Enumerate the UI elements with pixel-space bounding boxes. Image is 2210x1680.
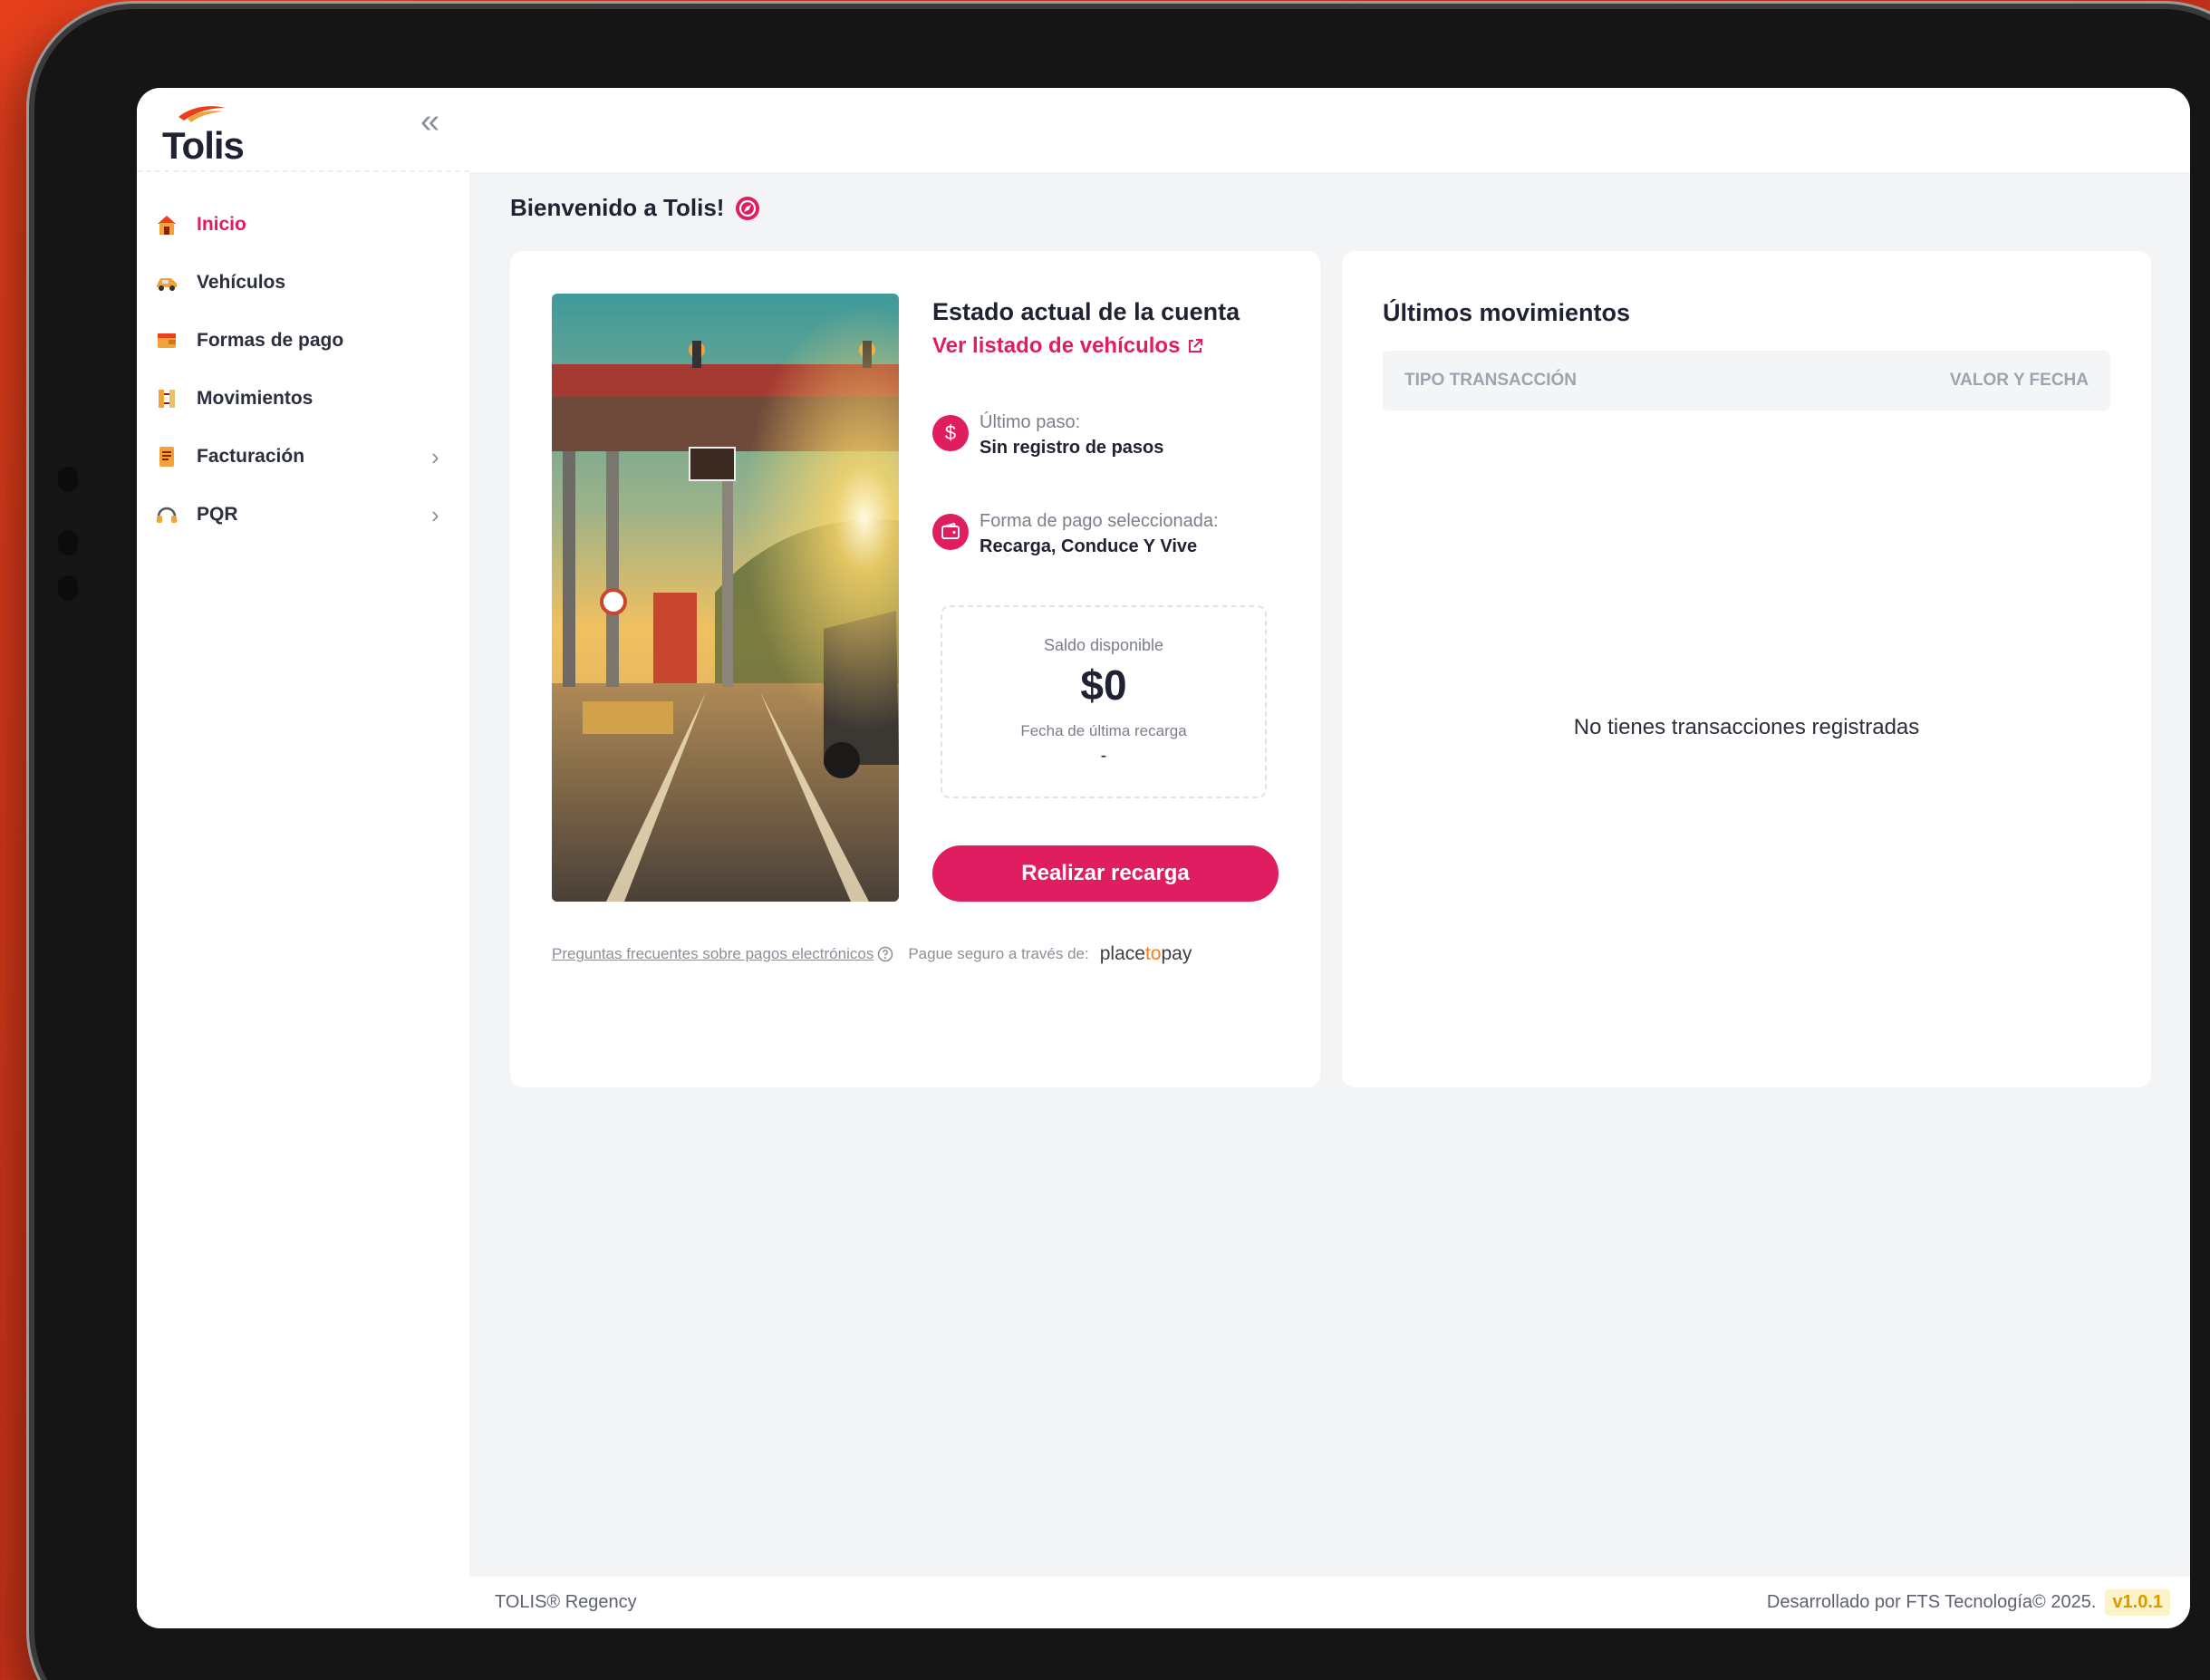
account-status-title: Estado actual de la cuenta — [932, 298, 1240, 325]
logo-text: Tolis — [162, 124, 245, 167]
external-link-icon — [1189, 339, 1203, 352]
payment-method-label: Forma de pago seleccionada: — [980, 511, 1219, 531]
sidebar-item-movimientos[interactable]: Movimientos — [137, 370, 469, 428]
sidebar-item-label: Inicio — [197, 214, 246, 235]
version-badge: v1.0.1 — [2105, 1589, 2170, 1616]
payment-footer: Preguntas frecuentes sobre pagos electró… — [552, 943, 1279, 965]
sidebar-item-facturacion[interactable]: Facturación › — [137, 428, 469, 486]
sidebar-nav: Inicio Vehículos Formas de pago Movimien… — [137, 172, 469, 544]
payment-method-value: Recarga, Conduce Y Vive — [980, 536, 1198, 556]
compass-icon — [736, 196, 760, 220]
account-card: Estado actual de la cuenta Ver listado d… — [510, 251, 1320, 1087]
sidebar-item-pqr[interactable]: PQR › — [137, 486, 469, 544]
sidebar-item-label: Movimientos — [197, 388, 314, 409]
invoice-icon — [159, 447, 174, 467]
secure-payment-text: Pague seguro a través de: — [908, 945, 1089, 962]
sidebar-item-formas-de-pago[interactable]: Formas de pago — [137, 312, 469, 370]
home-icon — [158, 216, 176, 235]
last-recharge-label: Fecha de última recarga — [1020, 722, 1187, 739]
tablet-frame: Tolis « Inicio Vehículos Formas de pago … — [34, 9, 2210, 1680]
provider-logo-b: to — [1144, 943, 1162, 964]
balance-label: Saldo disponible — [1043, 636, 1164, 654]
footer-credits: Desarrollado por FTS Tecnología© 2025. v… — [1767, 1589, 2170, 1616]
placetopay-logo: placetopay — [1100, 943, 1192, 965]
wallet-icon — [158, 333, 176, 348]
sidebar-item-label: Vehículos — [197, 272, 286, 293]
empty-state-message: No tienes transacciones registradas — [1573, 715, 1920, 739]
last-pass-row: $ Último paso: Sin registro de pasos — [932, 410, 1163, 460]
last-recharge-value: - — [1100, 746, 1107, 766]
last-pass-label: Último paso: — [980, 412, 1081, 432]
movements-table-header: TIPO TRANSACCIÓN VALOR Y FECHA — [1383, 351, 2110, 410]
last-pass-value: Sin registro de pasos — [980, 438, 1164, 458]
top-bar — [469, 88, 2190, 172]
car-icon — [157, 278, 177, 291]
help-icon[interactable] — [877, 946, 893, 962]
dollar-icon: $ — [932, 415, 969, 451]
chevron-right-icon: › — [431, 500, 439, 528]
payment-method-row: Forma de pago seleccionada: Recarga, Con… — [932, 508, 1219, 559]
vehicle-list-link-label: Ver listado de vehículos — [932, 333, 1181, 358]
faq-link[interactable]: Preguntas frecuentes sobre pagos electró… — [552, 945, 873, 963]
main-content: Bienvenido a Tolis! Estado actual de la … — [469, 172, 2190, 1577]
sidebar-item-label: Formas de pago — [197, 330, 344, 351]
movements-title: Últimos movimientos — [1383, 299, 1631, 326]
footer-developer: Desarrollado por FTS Tecnología© 2025. — [1766, 1592, 2097, 1612]
logo-swoosh-icon — [179, 106, 226, 122]
footer-brand: TOLIS® Regency — [495, 1592, 637, 1612]
camera-sensor — [58, 467, 78, 492]
column-header-type: TIPO TRANSACCIÓN — [1404, 371, 1577, 390]
column-header-value: VALOR Y FECHA — [1949, 371, 2089, 390]
vehicle-list-link[interactable]: Ver listado de vehículos — [932, 333, 1203, 359]
brand-header: Tolis « — [137, 88, 469, 172]
toll-booth-photo — [552, 294, 899, 902]
sidebar-item-label: PQR — [197, 504, 238, 525]
welcome-text: Bienvenido a Tolis! — [510, 194, 725, 221]
recharge-button[interactable]: Realizar recarga — [932, 845, 1279, 902]
provider-logo-a: place — [1099, 943, 1145, 964]
camera-sensor — [58, 575, 78, 601]
collapse-sidebar-icon[interactable]: « — [420, 104, 439, 139]
chevron-right-icon: › — [431, 442, 439, 470]
balance-value: $0 — [1080, 661, 1127, 709]
movements-card: Últimos movimientos TIPO TRANSACCIÓN VAL… — [1342, 251, 2151, 1087]
sidebar-item-vehiculos[interactable]: Vehículos — [137, 254, 469, 312]
sidebar-item-inicio[interactable]: Inicio — [137, 196, 469, 254]
balance-box: Saldo disponible $0 Fecha de última reca… — [941, 605, 1267, 798]
app-footer: TOLIS® Regency Desarrollado por FTS Tecn… — [469, 1577, 2190, 1628]
provider-logo-c: pay — [1161, 943, 1192, 964]
wallet-icon — [932, 514, 969, 550]
app-screen: Tolis « Inicio Vehículos Formas de pago … — [137, 88, 2190, 1628]
headset-icon — [157, 507, 177, 523]
sidebar-item-label: Facturación — [197, 446, 305, 467]
transfer-icon — [159, 390, 175, 408]
sidebar: Tolis « Inicio Vehículos Formas de pago … — [137, 88, 469, 1628]
page-title: Bienvenido a Tolis! — [510, 194, 760, 222]
camera-sensor — [58, 530, 78, 555]
